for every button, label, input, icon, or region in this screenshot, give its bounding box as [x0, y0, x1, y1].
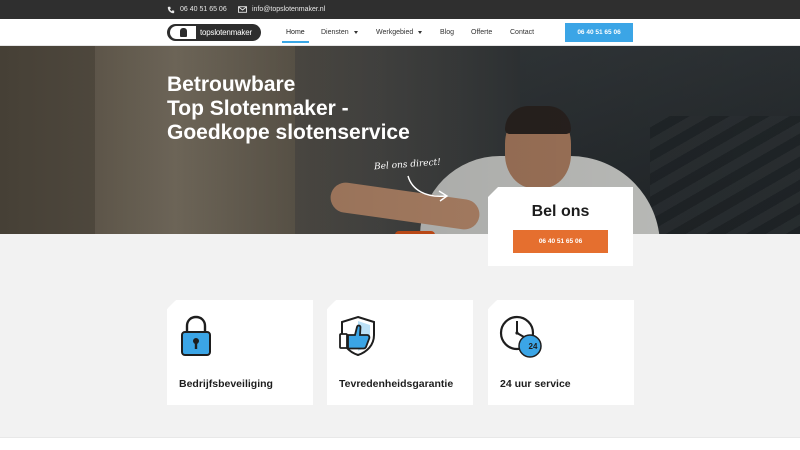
nav-item-contact[interactable]: Contact	[510, 19, 534, 46]
logo-keyhole-icon	[170, 26, 196, 39]
feature-card-24-uur-service[interactable]: 24 24 uur service	[488, 300, 634, 405]
feature-card-tevredenheidsgarantie[interactable]: Tevredenheidsgarantie	[327, 300, 473, 405]
feature-label: Bedrijfsbeveiliging	[179, 378, 273, 390]
logo-text: topslotenmaker	[200, 28, 252, 37]
chevron-down-icon	[353, 31, 358, 34]
chevron-down-icon	[418, 31, 423, 34]
next-section-edge	[0, 437, 800, 450]
feature-label: 24 uur service	[500, 378, 571, 390]
nav-item-label: Contact	[510, 29, 535, 36]
nav-item-diensten[interactable]: Diensten	[321, 19, 358, 46]
call-card-phone-button[interactable]: 06 40 51 65 06	[513, 230, 608, 253]
feature-label: Tevredenheidsgarantie	[339, 378, 454, 390]
nav-item-label: Diensten	[321, 29, 349, 36]
nav-item-label: Werkgebied	[376, 29, 414, 36]
top-contact-bar: 06 40 51 65 06 info@topslotenmaker.nl	[0, 0, 800, 19]
topbar-phone[interactable]: 06 40 51 65 06	[167, 0, 227, 19]
envelope-icon	[238, 6, 247, 13]
feature-card-bedrijfsbeveiliging[interactable]: Bedrijfsbeveiliging	[167, 300, 313, 405]
nav-item-label: Offerte	[471, 29, 493, 36]
nav-item-label: Home	[286, 29, 305, 36]
topbar-phone-text: 06 40 51 65 06	[180, 6, 227, 13]
hero-title-line: Goedkope slotenservice	[167, 121, 410, 144]
nav-call-button[interactable]: 06 40 51 65 06	[565, 23, 633, 42]
hero-title: Betrouwbare Top Slotenmaker - Goedkope s…	[167, 73, 410, 145]
nav-item-label: Blog	[440, 29, 455, 36]
topbar-email-text: info@topslotenmaker.nl	[252, 6, 326, 13]
topbar-email[interactable]: info@topslotenmaker.nl	[238, 0, 325, 19]
clock-badge-number: 24	[528, 342, 538, 351]
hero-title-line: Top Slotenmaker -	[167, 97, 349, 120]
phone-icon	[167, 6, 175, 14]
shield-thumbs-up-icon	[339, 315, 375, 357]
clock-24-icon	[499, 315, 542, 358]
main-navbar: topslotenmaker Home Diensten Werkgebied …	[0, 19, 800, 46]
curved-arrow-icon	[407, 175, 449, 202]
call-card-title: Bel ons	[531, 203, 590, 220]
nav-item-werkgebied[interactable]: Werkgebied	[376, 19, 423, 46]
nav-item-home[interactable]: Home	[282, 19, 309, 46]
nav-item-blog[interactable]: Blog	[440, 19, 454, 46]
padlock-icon	[181, 315, 211, 356]
call-us-card: Bel ons 06 40 51 65 06	[488, 187, 633, 266]
hero-title-line: Betrouwbare	[167, 73, 296, 96]
nav-item-offerte[interactable]: Offerte	[471, 19, 492, 46]
site-logo[interactable]: topslotenmaker	[167, 24, 261, 41]
